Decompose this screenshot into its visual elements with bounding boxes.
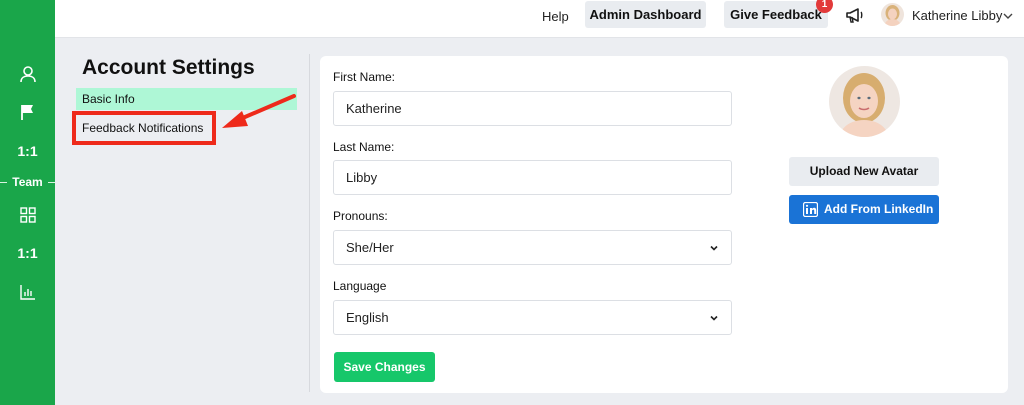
linkedin-icon bbox=[803, 202, 818, 217]
user-avatar-small[interactable] bbox=[881, 3, 904, 26]
nav-feedback-notifications[interactable]: Feedback Notifications bbox=[82, 118, 203, 138]
flag-icon[interactable] bbox=[0, 102, 55, 122]
chevron-down-icon bbox=[710, 315, 718, 321]
language-select[interactable]: English bbox=[333, 300, 732, 335]
pronouns-select[interactable]: She/Her bbox=[333, 230, 732, 265]
left-rail: 1:1 Team 1:1 bbox=[0, 0, 55, 405]
megaphone-icon[interactable] bbox=[845, 6, 865, 24]
pronouns-value: She/Her bbox=[346, 240, 394, 255]
bar-chart-icon[interactable] bbox=[0, 282, 55, 302]
chevron-down-icon[interactable] bbox=[1002, 9, 1014, 21]
rail-one-on-one[interactable]: 1:1 bbox=[0, 141, 55, 161]
rail-team-heading: Team bbox=[0, 174, 55, 190]
section-divider bbox=[309, 54, 310, 392]
profile-avatar bbox=[829, 66, 900, 137]
first-name-field[interactable]: Katherine bbox=[333, 91, 732, 126]
upload-avatar-button[interactable]: Upload New Avatar bbox=[789, 157, 939, 186]
first-name-label: First Name: bbox=[333, 70, 396, 84]
page-title: Account Settings bbox=[82, 56, 255, 79]
give-feedback-button[interactable]: Give Feedback bbox=[724, 1, 828, 28]
top-bar bbox=[55, 0, 1024, 38]
save-changes-button[interactable]: Save Changes bbox=[334, 352, 435, 382]
chevron-down-icon bbox=[710, 245, 718, 251]
user-name[interactable]: Katherine Libby bbox=[912, 8, 1002, 23]
language-label: Language bbox=[333, 279, 387, 293]
user-icon[interactable] bbox=[0, 64, 55, 84]
linkedin-button-label: Add From LinkedIn bbox=[824, 202, 934, 216]
pronouns-label: Pronouns: bbox=[333, 209, 388, 223]
rail-team-one-on-one[interactable]: 1:1 bbox=[0, 243, 55, 263]
annotation-arrow bbox=[222, 94, 296, 128]
admin-dashboard-button[interactable]: Admin Dashboard bbox=[585, 1, 706, 28]
last-name-field[interactable]: Libby bbox=[333, 160, 732, 195]
grid-icon[interactable] bbox=[0, 205, 55, 225]
language-value: English bbox=[346, 310, 389, 325]
help-link[interactable]: Help bbox=[542, 7, 569, 28]
last-name-label: Last Name: bbox=[333, 140, 395, 154]
add-from-linkedin-button[interactable]: Add From LinkedIn bbox=[789, 195, 939, 224]
